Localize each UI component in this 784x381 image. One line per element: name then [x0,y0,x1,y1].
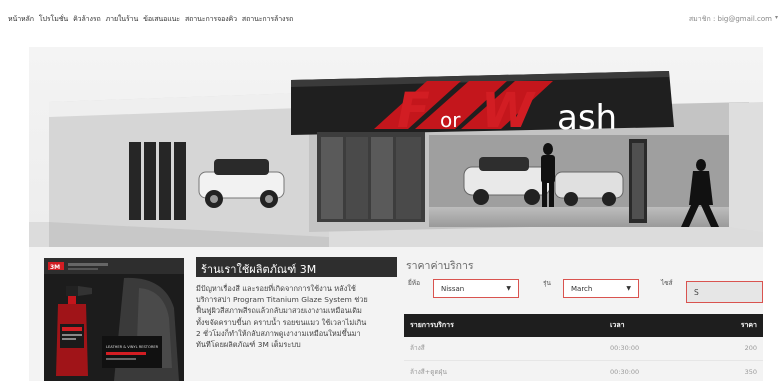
filter-row: ยี่ห้อ Nissan ▼ รุ่น March ▼ ไซส์ S [404,275,763,305]
nav-home[interactable]: หน้าหลัก [8,14,34,25]
info-line: มีปัญหาเรื่องสี และรอยที่เกิดจากการใช้งา… [196,284,356,293]
price-table: รายการบริการ เวลา ราคา ล้างสี 00:30:00 2… [404,314,763,381]
table-row: ล้างสี 00:30:00 200 [404,337,763,361]
table-row: ล้างสี+ดูดฝุ่น 00:30:00 350 [404,360,763,381]
brand-letter-w: W [481,83,536,139]
info-heading: ร้านเราใช้ผลิตภัณฑ์ 3M [196,257,397,277]
col-header-time: เวลา [604,314,714,337]
time-cell: 00:30:00 [604,360,714,381]
nav-promotion[interactable]: โปรโมชั่น [39,14,68,25]
user-label: สมาชิก : big@gmail.com [688,15,772,23]
chevron-down-icon: ▾ [774,14,778,21]
hero-banner: F or W ash [29,47,763,247]
box-text: LEATHER & VINYL RESTORER [106,345,159,349]
size-label: ไซส์ [661,279,673,287]
brand-letters-ash: ash [557,98,617,138]
app-window: หน้าหลัก โปรโมชั่น คิวล้างรถ ภายในร้าน ข… [0,0,784,381]
brand-select-value: Nissan [441,285,465,293]
price-cell: 200 [714,337,763,361]
info-description: มีปัญหาเรื่องสี และรอยที่เกิดจากการใช้งา… [196,283,397,350]
top-navbar: หน้าหลัก โปรโมชั่น คิวล้างรถ ภายในร้าน ข… [0,8,784,30]
pricing-title: ราคาค่าบริการ [406,260,474,272]
size-field[interactable]: S [686,281,763,303]
model-select-value: March [571,285,593,293]
nav-booking-status[interactable]: สถานะการจองคิว [185,14,237,25]
promo-product-image: 3M LEATHER & VINYL RESTORER [44,258,184,381]
main-content: F or W ash 3M LEATHER & VINYL RESTORER ร… [29,47,763,381]
nav-menu: หน้าหลัก โปรโมชั่น คิวล้างรถ ภายในร้าน ข… [0,14,293,25]
nav-feedback[interactable]: ข้อเสนอแนะ [143,14,180,25]
info-line: 2 ชั่วโมงก็ทำให้กลับสภาพดูเงางามเหมือนให… [196,328,361,338]
brand-letter-f: F [397,83,430,139]
time-cell: 00:30:00 [604,337,714,361]
car-wash-illustration: F or W ash [29,47,763,247]
pricing-section: ราคาค่าบริการ ยี่ห้อ Nissan ▼ รุ่น March… [404,257,763,381]
chevron-down-icon: ▼ [626,285,631,292]
brand-label: ยี่ห้อ [408,279,420,287]
info-line: ทั้งขจัดคราบขี้นก คราบน้ำ รอยขนแมว ใช้เว… [196,317,367,327]
3m-badge-text: 3M [50,264,60,271]
spray-bottle-illustration: 3M LEATHER & VINYL RESTORER [44,258,184,381]
nav-inside-shop[interactable]: ภายในร้าน [106,14,139,25]
info-line: บริการสปา Program Titanium Glaze System … [196,295,368,305]
col-header-service: รายการบริการ [404,314,604,337]
nav-wash-status[interactable]: สถานะการล้างรถ [242,14,293,25]
service-cell: ล้างสี+ดูดฝุ่น [404,360,604,381]
model-select[interactable]: March ▼ [563,279,639,298]
user-menu[interactable]: สมาชิก : big@gmail.com ▾ [689,14,778,25]
service-cell: ล้างสี [404,337,604,361]
model-label: รุ่น [543,279,551,287]
brand-select[interactable]: Nissan ▼ [433,279,519,298]
info-section: ร้านเราใช้ผลิตภัณฑ์ 3M มีปัญหาเรื่องสี แ… [196,257,397,350]
nav-wash-queue[interactable]: คิวล้างรถ [73,14,101,25]
chevron-down-icon: ▼ [506,285,511,292]
col-header-price: ราคา [714,314,763,337]
info-line: ทันทีโดยผลิตภัณฑ์ 3M เต็มระบบ [196,340,301,350]
price-table-header: รายการบริการ เวลา ราคา [404,314,763,337]
brand-letters-or: or [440,108,461,132]
info-line: ฟื้นฟูผิวสีสภาพสีรถแล้วกลับมาสวยเงางามเห… [196,306,362,316]
price-cell: 350 [714,360,763,381]
